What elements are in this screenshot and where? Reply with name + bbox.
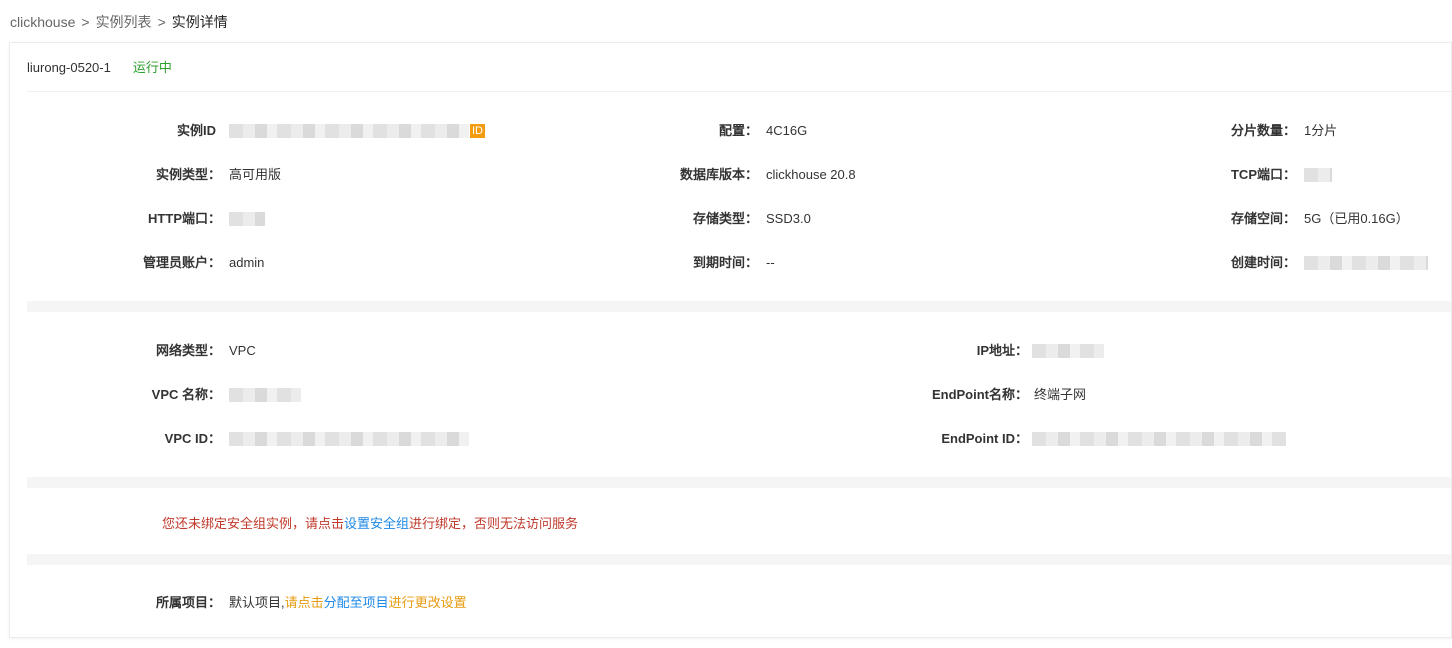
shards-label: 分片数量： (1230, 123, 1296, 138)
vpc-id-value-masked (229, 432, 469, 446)
tcp-port-label: TCP端口： (1230, 167, 1296, 182)
ip-address-label: IP地址： (976, 343, 1028, 358)
storage-type-value: SSD3.0 (766, 211, 811, 226)
ip-address-value-masked (1032, 344, 1104, 358)
project-hint: 请点击 (284, 595, 324, 610)
create-time-label: 创建时间： (1230, 255, 1296, 270)
config-label: 配置： (718, 123, 758, 138)
vpc-name-value-masked (229, 388, 301, 402)
security-group-warning: 您还未绑定安全组实例，请点击设置安全组进行绑定，否则无法访问服务 (162, 513, 578, 532)
endpoint-name-value: 终端子网 (1034, 387, 1087, 402)
expire-time-value: -- (766, 255, 775, 270)
row-vpc-id: VPC ID： EndPoint ID： (10, 431, 1452, 447)
instance-detail-card: liurong-0520-1 运行中 实例ID ID 配置： 4C16G 分片数量… (9, 42, 1452, 638)
instance-id-label: 实例ID (176, 123, 216, 138)
breadcrumb: clickhouse > 实例列表 > 实例详情 (10, 12, 228, 32)
vpc-id-label: VPC ID： (164, 431, 221, 446)
assign-project-link[interactable]: 分配至项目 (324, 595, 389, 610)
row-admin-account: 管理员账户： admin 到期时间： -- 创建时间： (10, 255, 1452, 271)
endpoint-id-value-masked (1032, 432, 1286, 446)
warning-text: 您还未绑定安全组实例，请点击 (162, 516, 345, 531)
set-security-group-link[interactable]: 设置安全组 (344, 516, 409, 531)
project-hint-suffix: 进行更改设置 (388, 595, 467, 610)
storage-space-value: 5G（已用0.16G） (1304, 211, 1409, 226)
storage-type-label: 存储类型： (692, 211, 758, 226)
breadcrumb-separator: > (81, 14, 90, 30)
instance-id-value-masked (229, 124, 469, 138)
endpoint-id-label: EndPoint ID： (941, 431, 1028, 446)
row-network-type: 网络类型： VPC IP地址： (10, 343, 1452, 359)
create-time-value-masked (1304, 256, 1428, 270)
project-value-group: 默认项目,请点击分配至项目进行更改设置 (229, 595, 467, 611)
row-http-port: HTTP端口： 存储类型： SSD3.0 存储空间： 5G（已用0.16G） (10, 211, 1452, 227)
project-label: 所属项目： (155, 595, 221, 610)
breadcrumb-separator: > (157, 14, 166, 30)
http-port-value-masked (229, 212, 265, 226)
section-divider (27, 554, 1451, 565)
instance-name: liurong-0520-1 (27, 60, 111, 75)
instance-type-value: 高可用版 (229, 167, 282, 182)
breadcrumb-instance-list[interactable]: 实例列表 (96, 14, 152, 30)
instance-header: liurong-0520-1 运行中 (27, 57, 172, 76)
breadcrumb-current: 实例详情 (171, 14, 228, 30)
storage-space-label: 存储空间： (1230, 211, 1296, 226)
admin-account-label: 管理员账户： (142, 255, 221, 270)
db-version-label: 数据库版本： (679, 167, 758, 182)
tcp-port-value-masked (1304, 168, 1332, 182)
row-instance-id: 实例ID ID 配置： 4C16G 分片数量： 1分片 (10, 123, 1452, 139)
breadcrumb-clickhouse[interactable]: clickhouse (10, 14, 75, 30)
row-instance-type: 实例类型： 高可用版 数据库版本： clickhouse 20.8 TCP端口： (10, 167, 1452, 183)
row-vpc-name: VPC 名称： EndPoint名称： 终端子网 (10, 387, 1452, 403)
header-divider (27, 91, 1451, 92)
warning-text-suffix: 进行绑定，否则无法访问服务 (409, 516, 579, 531)
section-divider (27, 477, 1451, 488)
project-value: 默认项目, (229, 595, 285, 610)
network-type-label: 网络类型： (155, 343, 221, 358)
admin-account-value: admin (229, 255, 265, 270)
row-project: 所属项目： 默认项目,请点击分配至项目进行更改设置 (10, 595, 1452, 611)
network-type-value: VPC (229, 343, 256, 358)
config-value: 4C16G (766, 123, 808, 138)
expire-time-label: 到期时间： (692, 255, 758, 270)
http-port-label: HTTP端口： (148, 211, 221, 226)
instance-type-label: 实例类型： (155, 167, 221, 182)
shards-value: 1分片 (1304, 123, 1338, 138)
vpc-name-label: VPC 名称： (151, 387, 221, 402)
section-divider (27, 301, 1451, 312)
endpoint-name-label: EndPoint名称： (931, 387, 1028, 402)
id-badge: ID (470, 124, 485, 138)
db-version-value: clickhouse 20.8 (766, 167, 856, 182)
status-badge: 运行中 (132, 60, 172, 75)
